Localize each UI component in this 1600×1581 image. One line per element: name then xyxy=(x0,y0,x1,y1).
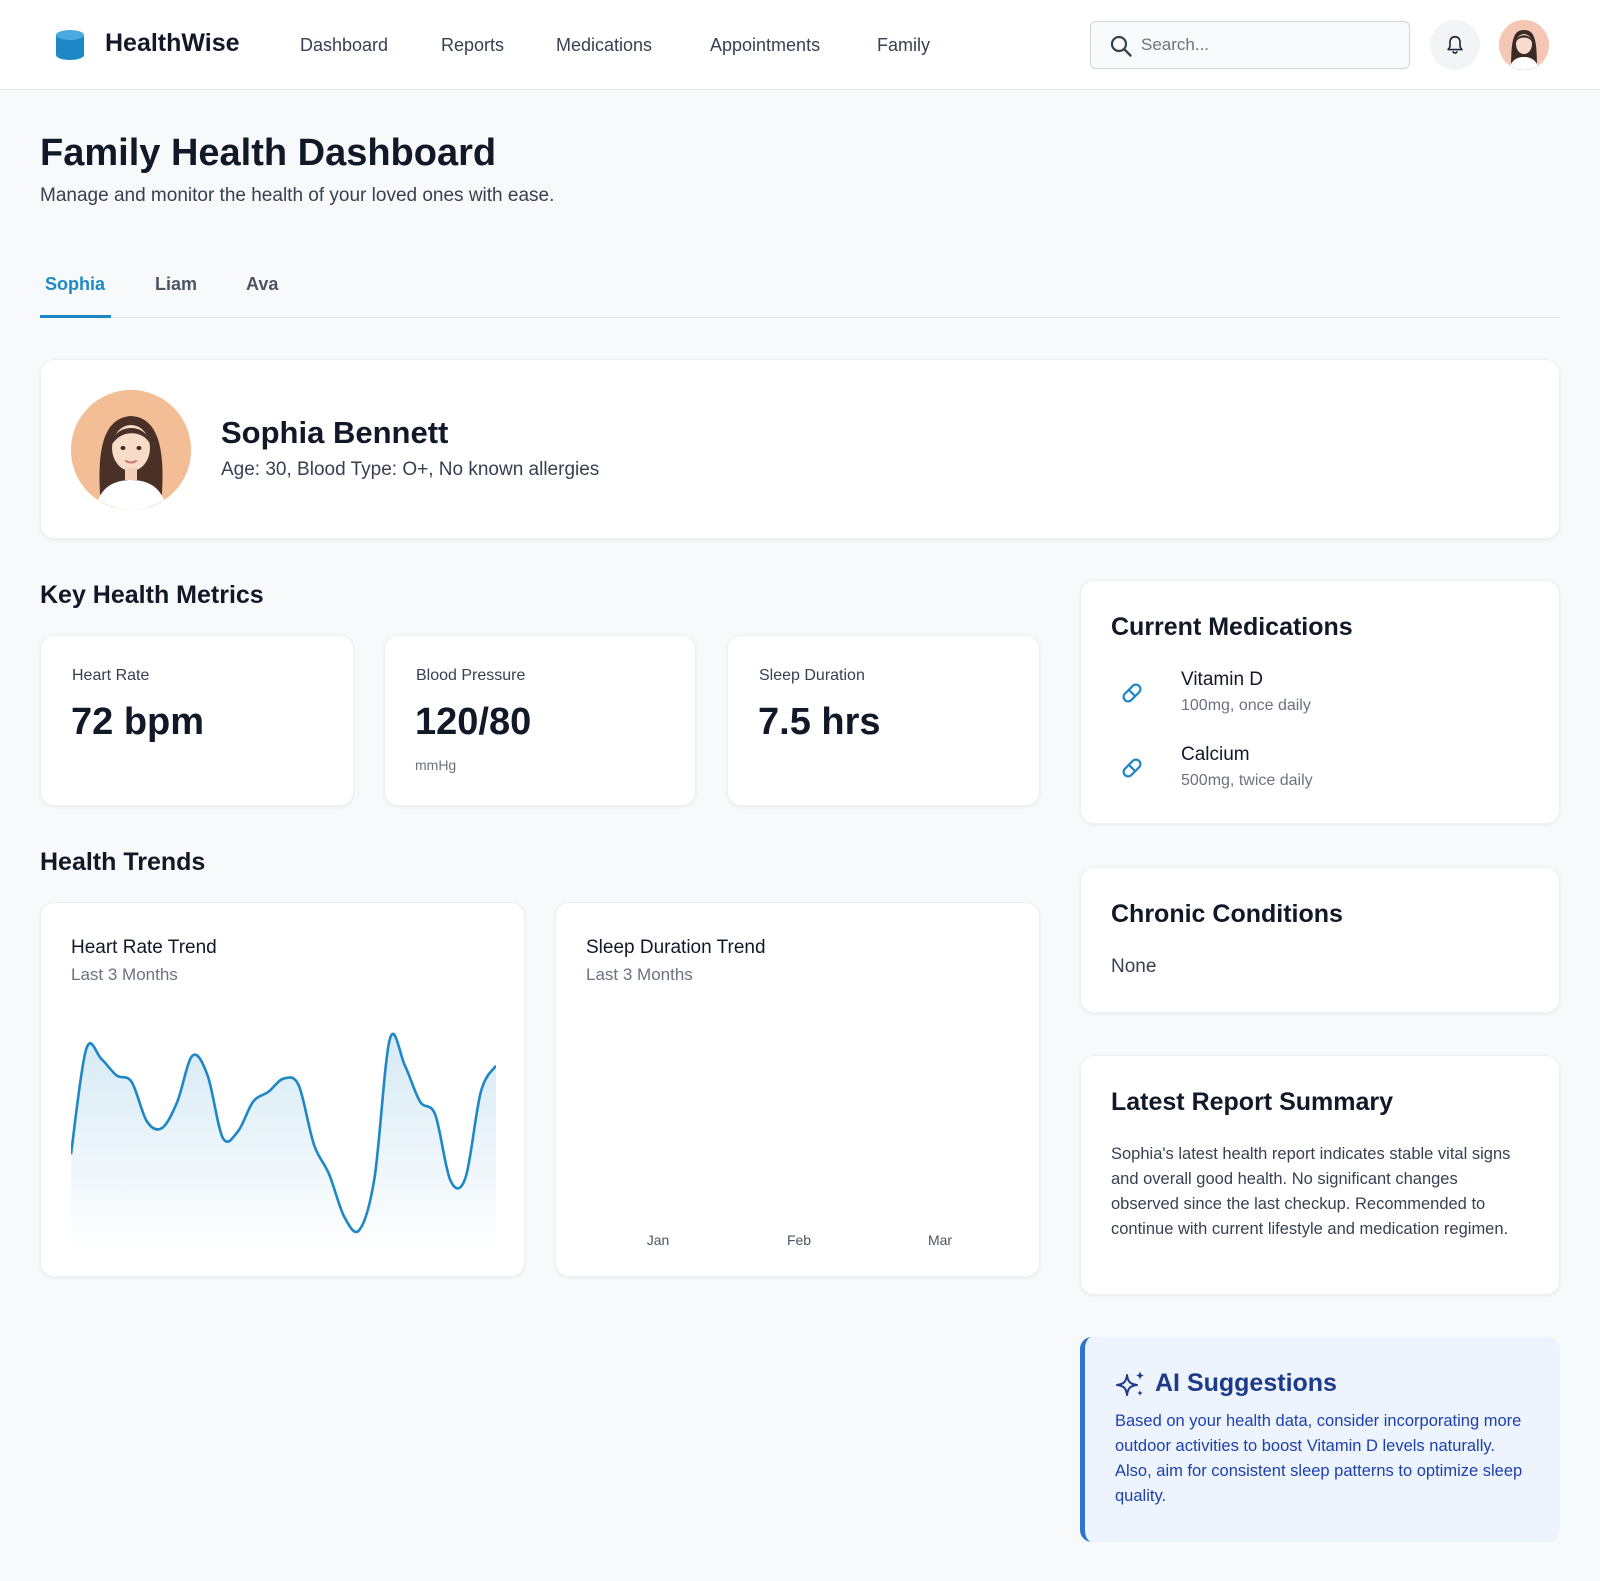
medication-dose: 500mg, twice daily xyxy=(1181,772,1313,789)
database-icon[interactable] xyxy=(54,29,86,61)
nav-dashboard[interactable]: Dashboard xyxy=(300,35,388,56)
chart-title: Sleep Duration Trend xyxy=(586,937,766,958)
x-tick-label: Mar xyxy=(928,1232,952,1248)
nav-appointments[interactable]: Appointments xyxy=(710,35,820,56)
metric-label: Blood Pressure xyxy=(416,667,526,684)
sparkles-icon xyxy=(1116,1371,1144,1396)
report-title: Latest Report Summary xyxy=(1111,1088,1394,1116)
chronic-conditions-card: Chronic Conditions None xyxy=(1080,867,1560,1013)
metric-label: Sleep Duration xyxy=(759,667,865,684)
search-input[interactable] xyxy=(1141,32,1391,58)
heart-rate-area xyxy=(71,1033,496,1255)
pill-icon xyxy=(1122,758,1142,778)
medication-name: Vitamin D xyxy=(1181,669,1264,690)
metric-value: 72 bpm xyxy=(71,701,205,743)
metric-card-heart-rate: Heart Rate 72 bpm xyxy=(40,635,354,806)
top-navigation-bar: HealthWise Dashboard Reports Medications… xyxy=(0,0,1600,90)
tab-liam[interactable]: Liam xyxy=(155,274,197,295)
chart-subtitle: Last 3 Months xyxy=(71,965,178,984)
x-tick-label: Feb xyxy=(787,1232,811,1248)
profile-card: Sophia Bennett Age: 30, Blood Type: O+, … xyxy=(40,359,1560,539)
metric-value: 7.5 hrs xyxy=(758,701,881,743)
heart-rate-trend-card: Heart Rate Trend Last 3 Months xyxy=(40,902,525,1277)
profile-name: Sophia Bennett xyxy=(221,415,449,450)
tabs-divider xyxy=(40,317,1560,318)
ai-suggestions-text: Based on your health data, consider inco… xyxy=(1115,1412,1523,1505)
report-summary-card: Latest Report Summary Sophia's latest he… xyxy=(1080,1055,1560,1295)
heart-rate-chart xyxy=(71,1032,496,1255)
medication-name: Calcium xyxy=(1181,744,1250,765)
chart-subtitle: Last 3 Months xyxy=(586,965,693,984)
page-title: Family Health Dashboard xyxy=(40,132,497,174)
medications-title: Current Medications xyxy=(1111,613,1353,641)
sleep-duration-chart: Jan Feb Mar xyxy=(647,1232,953,1248)
notifications-button[interactable] xyxy=(1430,20,1480,70)
ai-suggestions-card: AI Suggestions Based on your health data… xyxy=(1080,1337,1560,1542)
nav-medications[interactable]: Medications xyxy=(556,35,652,56)
profile-details: Age: 30, Blood Type: O+, No known allerg… xyxy=(221,459,600,480)
metric-card-blood-pressure: Blood Pressure 120/80 mmHg xyxy=(384,635,696,806)
profile-portrait-icon xyxy=(71,390,191,510)
sleep-trend-card: Sleep Duration Trend Last 3 Months Jan Fe… xyxy=(555,902,1040,1277)
user-avatar[interactable] xyxy=(1499,20,1549,70)
trends-section-title: Health Trends xyxy=(40,848,206,876)
medication-dose: 100mg, once daily xyxy=(1181,697,1311,714)
profile-avatar xyxy=(71,390,191,510)
user-portrait-icon xyxy=(1499,20,1549,70)
active-tab-indicator xyxy=(40,315,111,318)
metric-label: Heart Rate xyxy=(72,667,150,684)
metric-unit: mmHg xyxy=(415,757,457,773)
metric-card-sleep-duration: Sleep Duration 7.5 hrs xyxy=(727,635,1040,806)
bell-icon xyxy=(1447,35,1463,54)
pill-icon xyxy=(1122,683,1142,703)
nav-reports[interactable]: Reports xyxy=(441,35,504,56)
ai-suggestions-title: AI Suggestions xyxy=(1155,1369,1337,1397)
tab-ava[interactable]: Ava xyxy=(246,274,278,295)
tab-sophia[interactable]: Sophia xyxy=(45,274,105,295)
report-text: Sophia's latest health report indicates … xyxy=(1111,1145,1511,1238)
search-icon xyxy=(1110,35,1132,57)
nav-family[interactable]: Family xyxy=(877,35,930,56)
search-box[interactable] xyxy=(1090,21,1410,69)
app-brand[interactable]: HealthWise xyxy=(105,29,240,58)
medications-card: Current Medications Vitamin D 100mg, onc… xyxy=(1080,580,1560,824)
conditions-value: None xyxy=(1111,956,1157,977)
metric-value: 120/80 xyxy=(415,701,532,743)
conditions-title: Chronic Conditions xyxy=(1111,900,1343,928)
page-subtitle: Manage and monitor the health of your lo… xyxy=(40,185,555,206)
chart-title: Heart Rate Trend xyxy=(71,937,217,958)
x-tick-label: Jan xyxy=(647,1232,670,1248)
metrics-section-title: Key Health Metrics xyxy=(40,581,264,609)
